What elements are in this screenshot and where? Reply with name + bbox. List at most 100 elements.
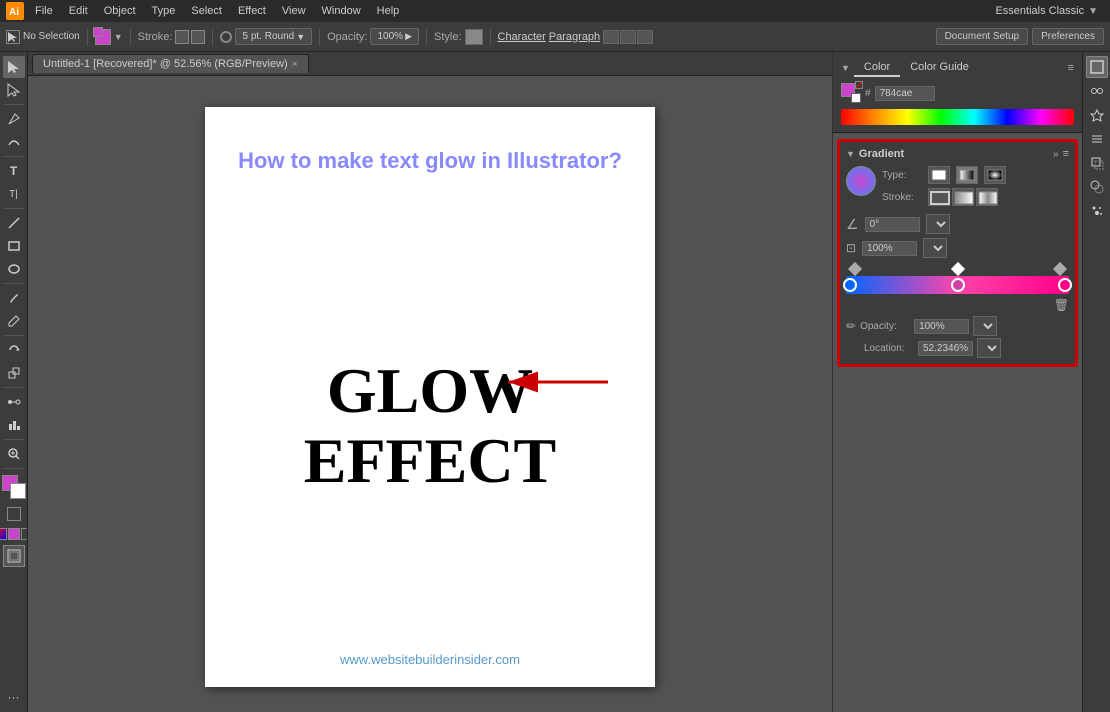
menu-view[interactable]: View <box>275 3 313 19</box>
color-guide-tab[interactable]: Color Guide <box>900 59 979 77</box>
doc-title: How to make text glow in Illustrator? <box>238 147 622 176</box>
color-panel-menu-icon[interactable]: ≡ <box>1068 62 1074 74</box>
appearance-panel-btn[interactable] <box>1086 104 1108 126</box>
pencil-icon: ✏ <box>846 319 856 333</box>
stroke-width-dropdown[interactable]: ▼ <box>296 32 305 42</box>
tool-extras: ··· <box>3 686 25 708</box>
angle-dropdown[interactable]: ▼ <box>926 214 950 234</box>
opacity-dropdown[interactable]: ▶ <box>405 31 412 42</box>
angle-input[interactable] <box>865 217 920 232</box>
top-stop-center[interactable] <box>950 262 964 276</box>
tab-close-btn[interactable]: × <box>292 59 298 70</box>
character-btn[interactable]: Character <box>498 31 546 43</box>
color-spectrum[interactable] <box>841 109 1074 125</box>
type-none-btn[interactable] <box>928 166 950 184</box>
scale-dropdown[interactable]: ▼ <box>923 238 947 258</box>
gradient-expand-icon[interactable]: » <box>1053 149 1059 160</box>
pencil-tool[interactable] <box>3 310 25 332</box>
artboard-tool[interactable] <box>3 545 25 567</box>
location-row: Location: ▼ <box>846 338 1069 358</box>
fill-area[interactable]: ▼ <box>95 29 123 45</box>
panel-tabs: Color Color Guide <box>854 59 979 77</box>
stroke-btn2[interactable] <box>952 188 974 206</box>
touch-type-tool[interactable]: T| <box>3 183 25 205</box>
blend-tool[interactable] <box>3 391 25 413</box>
type-radial-btn[interactable] <box>984 166 1006 184</box>
align-left-btn[interactable] <box>603 30 619 44</box>
canvas-bg[interactable]: How to make text glow in Illustrator? GL… <box>28 82 832 712</box>
gradient-stop-red[interactable] <box>1058 278 1072 292</box>
align-center-btn[interactable] <box>620 30 636 44</box>
menu-file[interactable]: File <box>28 3 60 19</box>
menu-select[interactable]: Select <box>184 3 229 19</box>
menu-edit[interactable]: Edit <box>62 3 95 19</box>
color-tab[interactable]: Color <box>854 59 900 77</box>
main-layout: T T| <box>0 52 1110 712</box>
scale-row: ⊡ ▼ <box>846 238 1069 258</box>
paintbrush-tool[interactable] <box>3 287 25 309</box>
stroke-btn3[interactable] <box>976 188 998 206</box>
document-setup-btn[interactable]: Document Setup <box>936 28 1029 45</box>
type-linear-btn[interactable] <box>956 166 978 184</box>
location-dropdown[interactable]: ▼ <box>977 338 1001 358</box>
fill-swatch[interactable] <box>95 29 111 45</box>
stroke-btn1[interactable] <box>928 188 950 206</box>
none-swatch-small[interactable] <box>21 528 29 540</box>
column-graph-tool[interactable] <box>3 414 25 436</box>
stroke-up-btn[interactable] <box>175 30 189 44</box>
type-tool[interactable]: T <box>3 160 25 182</box>
scale-input[interactable] <box>862 241 917 256</box>
more-tools-btn[interactable]: ··· <box>3 686 25 708</box>
pathfinder-btn[interactable] <box>1086 176 1108 198</box>
none-swatch[interactable] <box>3 503 25 525</box>
rotate-tool[interactable] <box>3 339 25 361</box>
color-swatch-small[interactable] <box>8 528 20 540</box>
ellipse-tool[interactable] <box>3 258 25 280</box>
stroke-width-area[interactable]: 5 pt. Round ▼ <box>220 28 312 45</box>
scale-tool[interactable] <box>3 362 25 384</box>
menu-help[interactable]: Help <box>370 3 407 19</box>
location-input[interactable] <box>918 341 973 356</box>
gradient-stop-blue[interactable] <box>843 278 857 292</box>
gradient-preview-swatch[interactable] <box>846 166 876 196</box>
rect-tool[interactable] <box>3 235 25 257</box>
opacity-dropdown-grad[interactable]: ▼ <box>973 316 997 336</box>
top-stop-left[interactable] <box>848 262 862 276</box>
fill-dropdown-icon[interactable]: ▼ <box>114 32 123 42</box>
zoom-tool[interactable] <box>3 443 25 465</box>
top-stop-right[interactable] <box>1053 262 1067 276</box>
document-tab[interactable]: Untitled-1 [Recovered]* @ 52.56% (RGB/Pr… <box>32 54 309 73</box>
opacity-input-grad[interactable] <box>914 319 969 334</box>
hex-input[interactable] <box>875 86 935 101</box>
delete-stop-btn[interactable]: 🗑 <box>1054 298 1069 312</box>
gradient-swatch-small[interactable] <box>0 528 7 540</box>
menu-effect[interactable]: Effect <box>231 3 273 19</box>
menu-type[interactable]: Type <box>145 3 183 19</box>
style-swatch[interactable] <box>465 29 483 45</box>
align-right-btn[interactable] <box>637 30 653 44</box>
stroke-width-btn[interactable]: 5 pt. Round ▼ <box>235 28 312 45</box>
direct-select-tool[interactable] <box>3 79 25 101</box>
curvature-tool[interactable] <box>3 131 25 153</box>
opacity-btn[interactable]: 100% ▶ <box>370 28 419 45</box>
align-panel-btn[interactable] <box>1086 128 1108 150</box>
line-tool[interactable] <box>3 212 25 234</box>
gradient-menu-icon[interactable]: ≡ <box>1063 148 1069 160</box>
select-tool[interactable] <box>3 56 25 78</box>
links-panel-btn[interactable] <box>1086 80 1108 102</box>
symbol-sprayer-btn[interactable] <box>1086 200 1108 222</box>
panel-toggle-btn[interactable] <box>1086 56 1108 78</box>
menu-object[interactable]: Object <box>97 3 143 19</box>
preferences-btn[interactable]: Preferences <box>1032 28 1104 45</box>
fill-stroke-swatches[interactable] <box>2 475 26 499</box>
menu-window[interactable]: Window <box>315 3 368 19</box>
stroke-down-btn[interactable] <box>191 30 205 44</box>
fg-bg-swatches[interactable] <box>841 83 861 103</box>
paragraph-btn[interactable]: Paragraph <box>549 31 600 43</box>
workspace-dropdown-icon[interactable]: ▼ <box>1088 6 1098 17</box>
transform-panel-btn[interactable] <box>1086 152 1108 174</box>
gradient-stop-pink[interactable] <box>951 278 965 292</box>
pen-tool[interactable] <box>3 108 25 130</box>
char-para-area: Character Paragraph <box>498 30 654 44</box>
gradient-bar[interactable] <box>846 276 1069 294</box>
